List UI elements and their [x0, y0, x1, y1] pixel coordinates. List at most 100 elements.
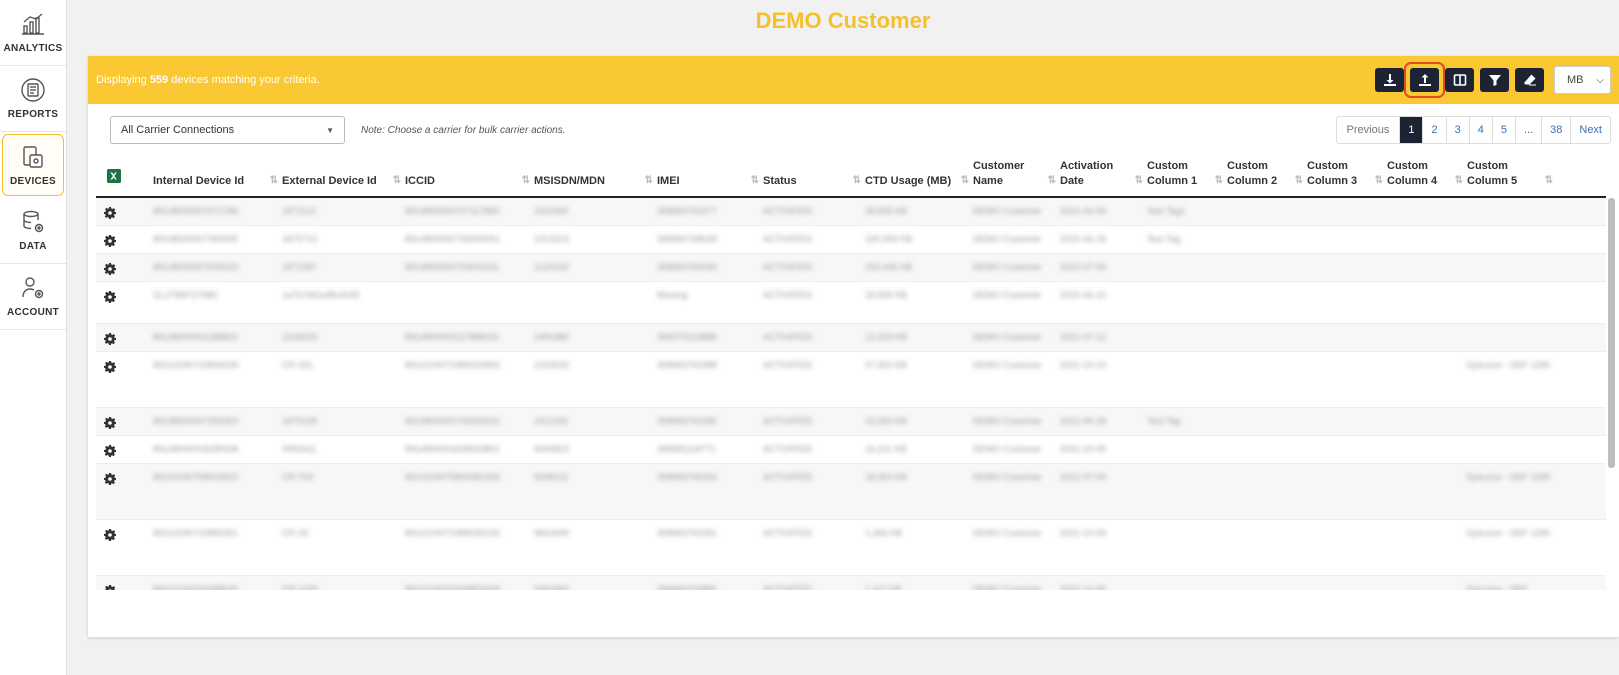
column-header[interactable]: Custom Column 1 ⇅: [1147, 159, 1227, 189]
table-cell: ACTIVATED: [763, 360, 813, 370]
sort-icon[interactable]: ⇅: [1135, 173, 1143, 188]
sort-icon[interactable]: ⇅: [1295, 173, 1303, 188]
sort-icon[interactable]: ⇅: [1545, 173, 1553, 188]
sort-icon[interactable]: ⇅: [393, 173, 401, 188]
sort-icon[interactable]: ⇅: [961, 173, 969, 188]
column-header[interactable]: External Device Id ⇅: [282, 174, 405, 189]
gear-icon[interactable]: [104, 361, 116, 373]
gear-icon[interactable]: [104, 585, 116, 590]
download-icon: [1383, 74, 1396, 86]
gear-icon[interactable]: [104, 263, 116, 275]
pagination-page-2[interactable]: 2: [1422, 117, 1445, 143]
row-actions-cell: [96, 198, 153, 225]
sort-icon[interactable]: ⇅: [645, 173, 653, 188]
table-cell: 89148000018289338: [153, 444, 239, 454]
column-header[interactable]: ICCID ⇅: [405, 174, 534, 189]
table-scrollbar[interactable]: [1608, 198, 1615, 468]
sort-icon[interactable]: ⇅: [853, 173, 861, 188]
filter-button[interactable]: [1480, 68, 1509, 92]
table-row[interactable]: 89148000007071786 1871113 8914800000707117…: [96, 198, 1606, 226]
column-header[interactable]: Status ⇅: [763, 174, 865, 189]
pagination-page-3[interactable]: 3: [1445, 117, 1469, 143]
column-header[interactable]: Internal Device Id ⇅: [153, 174, 282, 189]
table-row[interactable]: 89148000018289338 0993411 8914800001828933…: [96, 436, 1606, 464]
pagination-page-38[interactable]: 38: [1541, 117, 1570, 143]
nav-devices[interactable]: DEVICES: [2, 134, 64, 196]
table-cell: [534, 282, 657, 323]
column-header[interactable]: CTD Usage (MB) ⇅: [865, 174, 973, 189]
table-cell: Epicuros - DEF 1189: [1467, 528, 1550, 538]
table-cell: Test Tag1: [1147, 206, 1186, 216]
gear-icon[interactable]: [104, 235, 116, 247]
table-row[interactable]: 89148000007393303 1875199 8914800000739330…: [96, 408, 1606, 436]
table-cell: ACTIVATED: [763, 234, 813, 244]
column-header-label: MSISDN/MDN: [534, 175, 605, 187]
pagination-page-5[interactable]: 5: [1491, 117, 1515, 143]
table-cell: 89141040723883351: [153, 528, 239, 538]
sort-icon[interactable]: ⇅: [751, 173, 759, 188]
excel-icon[interactable]: [106, 168, 122, 184]
pagination-page-4[interactable]: 4: [1468, 117, 1492, 143]
table-cell: 8914800000739330331: [405, 416, 501, 426]
sort-icon[interactable]: ⇅: [270, 173, 278, 188]
toolbar: MB ⌵: [1375, 62, 1611, 98]
table-cell: DEMO Customer: [973, 290, 1042, 300]
column-header[interactable]: IMEI ⇅: [657, 174, 763, 189]
table-row[interactable]: 89148000007390005 1875713 8914800000739000…: [96, 226, 1606, 254]
nav-data[interactable]: DATA: [0, 198, 66, 264]
column-header-label: Custom Column 3: [1307, 160, 1358, 187]
filter-icon: [1488, 75, 1501, 86]
gear-icon[interactable]: [104, 207, 116, 219]
table-cell: 2021-07-12: [1060, 332, 1107, 342]
sort-icon[interactable]: ⇅: [1375, 173, 1383, 188]
results-count-message: Displaying 559 devices matching your cri…: [96, 74, 320, 86]
columns-button[interactable]: [1445, 68, 1474, 92]
results-suffix: devices matching your criteria.: [168, 74, 320, 86]
download-button[interactable]: [1375, 68, 1404, 92]
table-row[interactable]: 89148000001188833 1918333 8914800000117888…: [96, 324, 1606, 352]
gear-icon[interactable]: [104, 417, 116, 429]
nav-account[interactable]: ACCOUNT: [0, 264, 66, 330]
column-header[interactable]: MSISDN/MDN ⇅: [534, 174, 657, 189]
gear-icon[interactable]: [104, 445, 116, 457]
sort-icon[interactable]: ⇅: [1048, 173, 1056, 188]
row-actions-cell: [96, 408, 153, 435]
table-row[interactable]: GL2786FG7880 1a7b7d61ef8c4049 Missing ACTIV…: [96, 282, 1606, 324]
table-cell: 8914104072388335100: [405, 528, 501, 538]
table-cell: 2021-06-18: [1060, 416, 1107, 426]
unit-select[interactable]: MB ⌵: [1554, 66, 1611, 94]
gear-icon[interactable]: [104, 291, 116, 303]
sort-icon[interactable]: ⇅: [1455, 173, 1463, 188]
column-header[interactable]: Customer Name ⇅: [973, 159, 1060, 189]
table-cell: ACTIVATED: [763, 584, 813, 590]
pagination-next[interactable]: Next: [1570, 117, 1610, 143]
column-header[interactable]: Activation Date ⇅: [1060, 159, 1147, 189]
table-row[interactable]: 89141040723883351 CR-29 891410407238833510…: [96, 520, 1606, 576]
sort-icon[interactable]: ⇅: [522, 173, 530, 188]
nav-reports[interactable]: REPORTS: [0, 66, 66, 132]
table-cell: 160,069 KB: [865, 234, 913, 244]
upload-button[interactable]: [1404, 62, 1445, 98]
carrier-select[interactable]: All Carrier Connections ▼: [110, 116, 345, 144]
column-header[interactable]: Custom Column 2 ⇅: [1227, 159, 1307, 189]
nav-analytics[interactable]: ANALYTICS: [0, 0, 66, 66]
pagination-previous[interactable]: Previous: [1337, 117, 1400, 143]
table-cell: [1227, 436, 1307, 463]
table-cell: ACTIVATED: [763, 472, 813, 482]
table-cell: [1467, 324, 1557, 351]
table-row[interactable]: 89141040758943823 CR-703 89141040758943823…: [96, 464, 1606, 520]
sort-icon[interactable]: ⇅: [1215, 173, 1223, 188]
table-cell: CR-703: [282, 472, 314, 482]
gear-icon[interactable]: [104, 473, 116, 485]
column-header[interactable]: Custom Column 5 ⇅: [1467, 159, 1557, 189]
gear-icon[interactable]: [104, 333, 116, 345]
gear-icon[interactable]: [104, 529, 116, 541]
table-row[interactable]: 89148000007530023 1871587 8914800000753002…: [96, 254, 1606, 282]
column-header[interactable]: Custom Column 3 ⇅: [1307, 159, 1387, 189]
table-cell: 89148000001188833: [153, 332, 238, 342]
pagination-page-1[interactable]: 1: [1399, 117, 1423, 143]
table-row[interactable]: 89141040723894339 CR-331 89141040723894339…: [96, 352, 1606, 408]
column-header[interactable]: Custom Column 4 ⇅: [1387, 159, 1467, 189]
table-row[interactable]: 89141040233398530 CR-1159 8914104023339853…: [96, 576, 1606, 590]
clear-filters-button[interactable]: [1515, 68, 1544, 92]
